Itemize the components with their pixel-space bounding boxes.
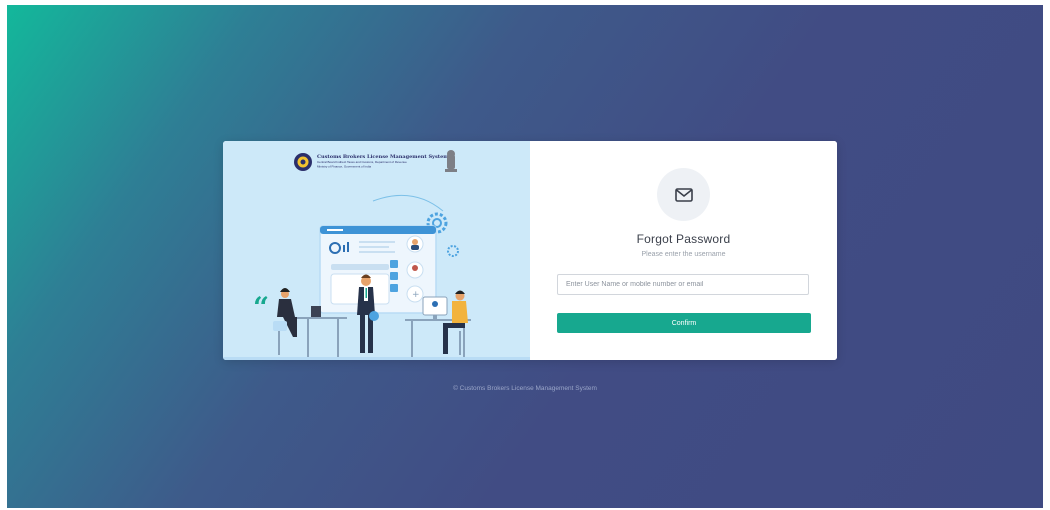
page-title: Forgot Password <box>636 232 731 246</box>
username-input[interactable] <box>557 274 809 295</box>
mail-icon-circle <box>657 168 710 221</box>
footer-copyright: © Customs Brokers License Management Sys… <box>453 385 597 392</box>
brand-line-1: Central Board Indirect Taxes and Customs… <box>317 160 407 164</box>
confirm-button[interactable]: Confirm <box>557 313 811 333</box>
quote-icon: “ <box>253 291 269 324</box>
page-subtitle: Please enter the username <box>641 251 726 258</box>
forgot-password-card: Customs Brokers License Management Syste… <box>223 141 837 360</box>
brand-line-2: Ministry of Finance, Government of India <box>317 165 371 169</box>
mail-icon <box>674 187 693 202</box>
dashboard-screen: + <box>319 225 437 314</box>
svg-text:+: + <box>412 290 420 300</box>
brand-header: Customs Brokers License Management Syste… <box>294 150 457 172</box>
office-illustration: Customs Brokers License Management Syste… <box>223 150 530 360</box>
forgot-password-form: Forgot Password Please enter the usernam… <box>530 141 837 360</box>
illustration-panel: Customs Brokers License Management Syste… <box>223 141 530 360</box>
page-background: Customs Brokers License Management Syste… <box>7 5 1043 508</box>
